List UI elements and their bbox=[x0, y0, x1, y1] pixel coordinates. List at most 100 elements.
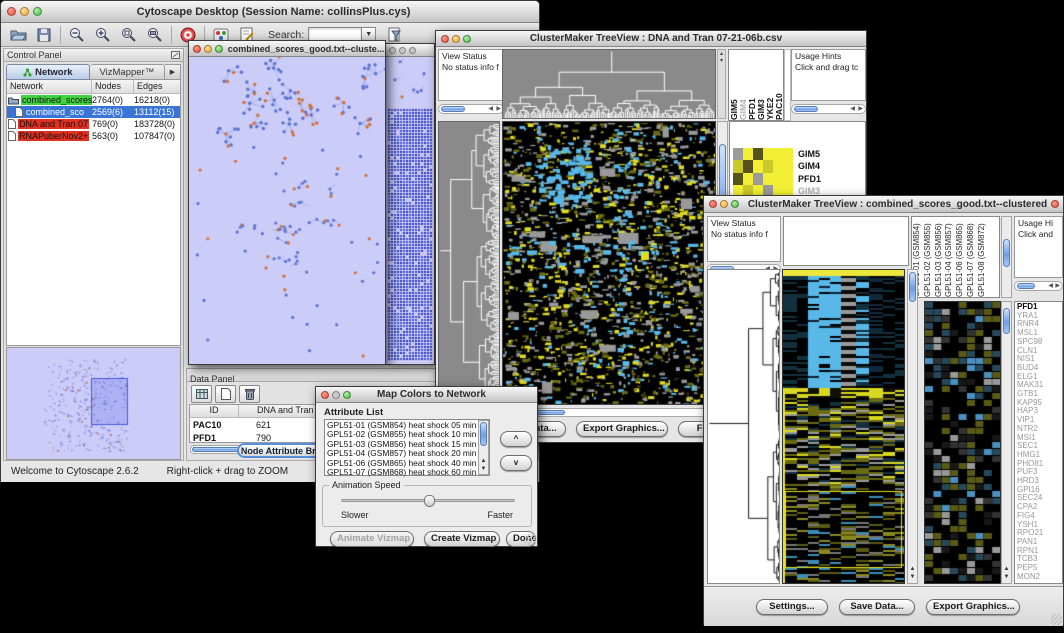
tab-overflow-button[interactable]: ▶ bbox=[165, 64, 181, 80]
usage-hints-scrollbar[interactable]: ◀▶ bbox=[791, 104, 866, 114]
matrix-cell[interactable] bbox=[743, 160, 753, 172]
column-dendro-scroll-arrows[interactable]: ▴▾ bbox=[717, 49, 726, 119]
delete-attribute-trash-icon[interactable] bbox=[239, 385, 260, 403]
matrix-cell[interactable] bbox=[773, 160, 783, 172]
table-mode-icon[interactable] bbox=[191, 385, 212, 403]
column-label[interactable]: GPL51-07 (GSM868) bbox=[966, 217, 977, 297]
heatmap-vscrollbar[interactable]: ▲▼ bbox=[907, 269, 918, 584]
gene-list-scrollbar[interactable]: ▲▼ bbox=[1001, 301, 1012, 584]
tab-vizmapper[interactable]: VizMapper™ bbox=[90, 64, 165, 80]
close-button[interactable] bbox=[441, 35, 449, 43]
matrix-cell[interactable] bbox=[753, 173, 763, 185]
background-window-close-button[interactable] bbox=[1051, 200, 1059, 208]
matrix-cell[interactable] bbox=[753, 148, 763, 160]
zoom-button[interactable] bbox=[215, 45, 223, 53]
col-header-edges[interactable]: Edges bbox=[134, 80, 180, 93]
column-label[interactable]: GIM4 bbox=[738, 64, 747, 120]
slider-handle[interactable] bbox=[424, 495, 435, 507]
close-button[interactable] bbox=[389, 47, 396, 54]
view-status-scrollbar[interactable]: ◀▶ bbox=[438, 104, 504, 114]
minimize-button[interactable] bbox=[204, 45, 212, 53]
animation-speed-slider[interactable] bbox=[341, 499, 515, 502]
matrix-cell[interactable] bbox=[763, 160, 773, 172]
move-down-button[interactable]: v bbox=[500, 455, 532, 471]
usage-hints-scrollbar[interactable]: ◀▶ bbox=[1014, 281, 1063, 291]
column-label[interactable]: PAC10 bbox=[774, 64, 783, 120]
attribute-list-scrollbar[interactable]: ▲▼ bbox=[478, 420, 489, 475]
matrix-cell[interactable] bbox=[773, 173, 783, 185]
attribute-list-item[interactable]: GPL51-07 (GSM868) heat shock 60 min bbox=[327, 468, 487, 477]
save-session-button[interactable] bbox=[31, 24, 57, 46]
close-button[interactable] bbox=[321, 391, 329, 399]
network-list-item[interactable]: RNAPuberNov2+563(0)107847(0) bbox=[7, 130, 180, 142]
minimize-button[interactable] bbox=[20, 7, 29, 16]
minimize-button[interactable] bbox=[720, 200, 728, 208]
column-label[interactable]: GPL51-02 (GSM855) bbox=[923, 217, 934, 297]
column-label[interactable]: YKE2 bbox=[765, 64, 774, 120]
zoom-out-icon[interactable] bbox=[64, 24, 90, 46]
zoom-button[interactable] bbox=[731, 200, 739, 208]
matrix-cell[interactable] bbox=[733, 160, 743, 172]
save-data-button[interactable]: Save Data... bbox=[839, 599, 915, 615]
matrix-cell[interactable] bbox=[743, 173, 753, 185]
zoom-button[interactable] bbox=[343, 391, 351, 399]
matrix-cell[interactable] bbox=[773, 148, 783, 160]
gene-label[interactable]: MON2 bbox=[1017, 573, 1060, 582]
grid-network-canvas[interactable] bbox=[386, 57, 434, 364]
animate-vizmap-button[interactable]: Animate Vizmap bbox=[330, 531, 414, 547]
column-label[interactable]: GPL51-08 (GSM872) bbox=[977, 217, 988, 297]
network-list-item[interactable]: combined_scores2764(0)16218(0) bbox=[7, 94, 180, 106]
tab-network[interactable]: Network bbox=[6, 64, 90, 80]
column-label[interactable]: PFD1 bbox=[747, 64, 756, 120]
matrix-cell[interactable] bbox=[763, 148, 773, 160]
network-list-item[interactable]: DNA and Tran 07769(0)183728(0) bbox=[7, 118, 180, 130]
gene-label[interactable]: GIM4 bbox=[798, 160, 826, 172]
gene-label[interactable]: GIM5 bbox=[798, 148, 826, 160]
matrix-cell[interactable] bbox=[733, 148, 743, 160]
close-button[interactable] bbox=[193, 45, 201, 53]
matrix-cell[interactable] bbox=[783, 173, 793, 185]
col-header-nodes[interactable]: Nodes bbox=[92, 80, 134, 93]
settings-button[interactable]: Settings... bbox=[756, 599, 828, 615]
column-label[interactable]: GPL51-03 (GSM856) bbox=[934, 217, 945, 297]
column-labels-scrollbar[interactable] bbox=[1001, 216, 1012, 298]
expression-heatmap-canvas[interactable] bbox=[783, 270, 904, 583]
zoom-in-icon[interactable] bbox=[90, 24, 116, 46]
column-label[interactable]: GIM5 bbox=[729, 64, 738, 120]
minimize-button[interactable] bbox=[452, 35, 460, 43]
col-header-network[interactable]: Network bbox=[7, 80, 92, 93]
close-button[interactable] bbox=[7, 7, 16, 16]
resize-grip[interactable] bbox=[1051, 614, 1062, 625]
zoom-button[interactable] bbox=[463, 35, 471, 43]
create-vizmap-button[interactable]: Create Vizmap bbox=[424, 531, 500, 547]
minimize-button[interactable] bbox=[332, 391, 340, 399]
new-attribute-icon[interactable] bbox=[215, 385, 236, 403]
zoom-button[interactable] bbox=[409, 47, 416, 54]
id-column-header[interactable]: ID bbox=[190, 405, 239, 417]
export-graphics-button[interactable]: Export Graphics... bbox=[576, 421, 668, 437]
matrix-cell[interactable] bbox=[733, 173, 743, 185]
close-button[interactable] bbox=[709, 200, 717, 208]
matrix-cell[interactable] bbox=[783, 148, 793, 160]
zoom-button[interactable] bbox=[33, 7, 42, 16]
network-canvas[interactable] bbox=[189, 57, 385, 364]
column-label[interactable]: GPL51-04 (GSM857) bbox=[944, 217, 955, 297]
column-dendrogram-canvas[interactable] bbox=[503, 50, 715, 118]
zoom-selected-icon[interactable] bbox=[116, 24, 142, 46]
export-graphics-button[interactable]: Export Graphics... bbox=[926, 599, 1020, 615]
network-list-item[interactable]: combined_sco2569(6)13112(15) bbox=[7, 106, 180, 118]
zoom-fit-icon[interactable] bbox=[142, 24, 168, 46]
column-label[interactable]: GIM3 bbox=[756, 64, 765, 120]
correlation-heatmap-canvas[interactable] bbox=[503, 122, 715, 404]
resize-grip[interactable] bbox=[525, 534, 536, 545]
matrix-cell[interactable] bbox=[753, 160, 763, 172]
move-up-button[interactable]: ^ bbox=[500, 431, 532, 447]
float-panel-icon[interactable] bbox=[171, 51, 180, 59]
gene-label[interactable]: PFD1 bbox=[798, 173, 826, 185]
open-session-button[interactable] bbox=[5, 24, 31, 46]
network-overview-canvas[interactable] bbox=[7, 348, 180, 459]
column-label[interactable]: GPL51-06 (GSM865) bbox=[955, 217, 966, 297]
secondary-heatmap-canvas[interactable] bbox=[925, 302, 1000, 583]
matrix-cell[interactable] bbox=[783, 160, 793, 172]
row-dendrogram-canvas[interactable] bbox=[439, 122, 499, 404]
